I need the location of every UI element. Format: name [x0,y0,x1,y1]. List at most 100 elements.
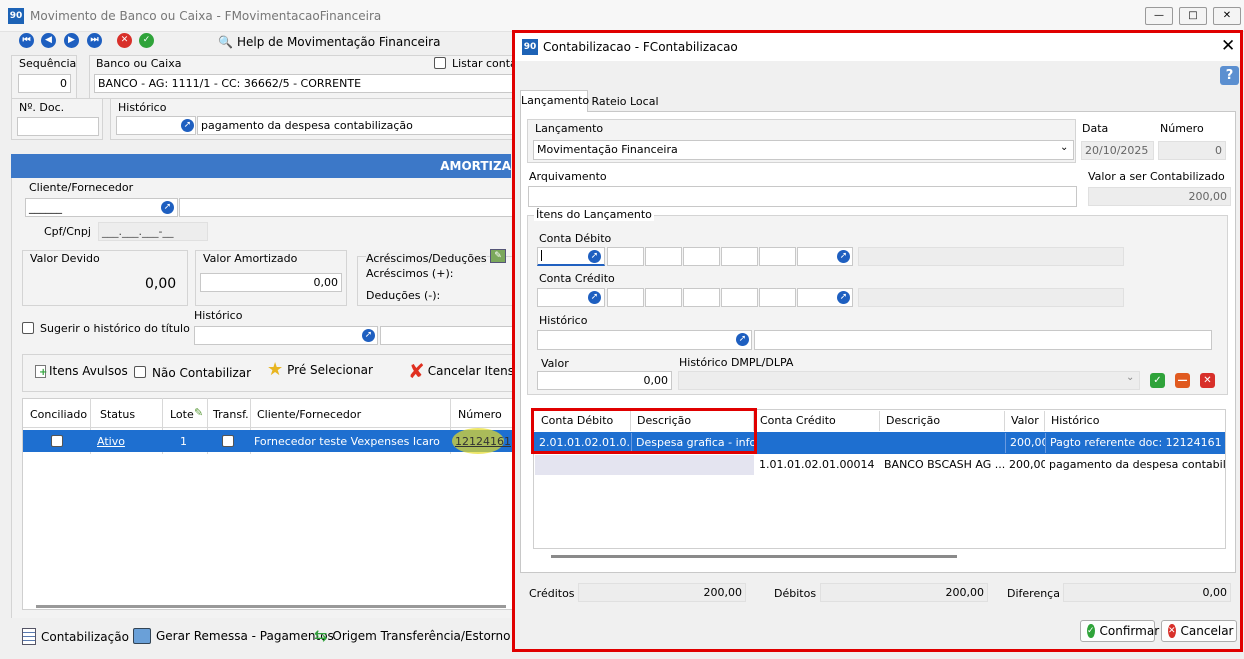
lancamento-select[interactable]: Movimentação Financeira [533,140,1074,160]
conta-credito-seg1[interactable] [607,288,644,307]
cancelar-itens-button[interactable]: ✘ Cancelar Itens [408,361,514,381]
conta-credito-seg-lookup-icon[interactable]: ➚ [837,291,850,304]
grid-highlight-box [531,408,757,454]
row2-empty-debit [535,455,754,475]
tab-lancamento[interactable]: Lançamento [520,90,589,112]
delete-item-button[interactable]: ✕ [1200,373,1215,388]
arquivamento-input[interactable] [528,186,1077,207]
gh-conta-credito[interactable]: Conta Crédito [754,411,880,431]
cliente-code-input[interactable]: ______ [25,198,178,217]
confirm-icon[interactable]: ✓ [139,33,154,48]
conta-debito-seg3[interactable] [683,247,720,266]
gh-valor[interactable]: Valor [1005,411,1045,431]
help-icon[interactable]: ? [1220,66,1239,85]
sugerir-label: Sugerir o histórico do título [40,322,190,335]
deducoes-label: Deduções (-): [366,289,441,302]
header-status[interactable]: Status [100,408,135,421]
valor-contab-input[interactable]: 200,00 [1088,187,1231,206]
data-input[interactable]: 20/10/2025 [1081,141,1154,160]
nav-last-icon[interactable]: ⏭ [87,33,102,48]
row-lote: 1 [180,435,187,448]
sequencia-input[interactable]: 0 [18,74,71,93]
valor-contab-label: Valor a ser Contabilizado [1088,170,1225,183]
gh-descricao-credito[interactable]: Descrição [880,411,1005,431]
conta-credito-seg3[interactable] [683,288,720,307]
cancel-icon[interactable]: ✕ [117,33,132,48]
row2-historico: pagamento da despesa contabilização [1049,458,1225,471]
cpf-input[interactable]: ___.___.___-__ [98,222,208,241]
cliente-lookup-icon[interactable]: ➚ [161,201,174,214]
edit-pencil-icon[interactable]: ✎ [490,249,506,263]
nav-first-icon[interactable]: ⏮ [19,33,34,48]
gh-historico[interactable]: Histórico [1045,411,1225,431]
grid-hscrollbar[interactable] [36,605,506,608]
itens-avulsos-button[interactable]: + Itens Avulsos [35,364,128,378]
conta-debito-seg1[interactable] [607,247,644,266]
numero-input[interactable]: 0 [1158,141,1226,160]
nao-contabilizar-checkbox[interactable] [134,366,146,378]
nav-prev-icon[interactable]: ◀ [41,33,56,48]
ndoc-input[interactable] [17,117,99,136]
historico-text-input[interactable]: pagamento da despesa contabilização [197,116,517,135]
header-numero[interactable]: Número [458,408,502,421]
historico-lookup-icon[interactable]: ➚ [736,333,749,346]
conta-debito-seg2[interactable] [645,247,682,266]
add-item-button[interactable]: ✓ [1150,373,1165,388]
contabilizacao-button[interactable]: Contabilização [22,628,129,645]
minimize-button[interactable]: — [1145,7,1173,25]
banco-select[interactable]: BANCO - AG: 1111/1 - CC: 36662/5 - CORRE… [94,74,514,93]
nao-contabilizar-label: Não Contabilizar [152,366,252,380]
amortizacao-header: AMORTIZA [11,154,511,178]
conta-credito-seg2[interactable] [645,288,682,307]
historico-text-input[interactable] [754,330,1212,350]
historico-lookup-icon[interactable]: ➚ [181,119,194,132]
cliente-name-input[interactable] [179,198,514,217]
listar-contas-checkbox[interactable] [434,57,446,69]
conta-debito-lookup-icon[interactable]: ➚ [588,250,601,263]
origem-transferencia-button[interactable]: ⇆ Origem Transferência/Estorno [314,628,510,644]
confirmar-button[interactable]: ✓ Confirmar [1080,620,1159,642]
maximize-button[interactable]: □ [1179,7,1207,25]
header-conciliado[interactable]: Conciliado [30,408,87,421]
header-transf[interactable]: Transf. [213,408,249,421]
pre-selecionar-button[interactable]: ★ Pré Selecionar [267,361,373,379]
conciliado-checkbox[interactable] [51,435,63,447]
valor-amortizado-input[interactable]: 0,00 [200,273,342,292]
red-x-icon: ✘ [408,359,425,383]
help-movimentacao-button[interactable]: 🔍 Help de Movimentação Financeira [214,32,444,52]
historico-code-input[interactable] [537,330,752,350]
historico2-text-input[interactable] [380,326,514,345]
cancelar-button[interactable]: ✕ Cancelar [1161,620,1237,642]
valor-devido-value: 0,00 [145,276,177,292]
row2-desc-credito: BANCO BSCASH AG ... [884,458,1005,471]
conta-credito-seg5[interactable] [759,288,796,307]
valor-input[interactable]: 0,00 [537,371,672,390]
conta-debito-seg4[interactable] [721,247,758,266]
itens-label: Ítens do Lançamento [534,208,654,221]
gerar-remessa-button[interactable]: Gerar Remessa - Pagamentos [133,628,334,644]
grid-hscrollbar[interactable] [551,555,957,558]
header-lote[interactable]: Lote [170,408,194,421]
nav-next-icon[interactable]: ▶ [64,33,79,48]
row-numero[interactable]: 12124161 [455,435,511,448]
conta-debito-seg-lookup-icon[interactable]: ➚ [837,250,850,263]
conta-credito-seg4[interactable] [721,288,758,307]
header-cliente[interactable]: Cliente/Fornecedor [257,408,361,421]
close-button[interactable]: ✕ [1213,7,1241,25]
conta-debito-seg5[interactable] [759,247,796,266]
row1-valor: 200,00 [1005,433,1045,453]
sugerir-checkbox[interactable] [22,322,34,334]
chevron-down-icon[interactable]: ⌄ [1060,142,1068,153]
dialog-close-icon[interactable]: ✕ [1221,36,1235,56]
dmpl-select[interactable] [678,371,1140,390]
tab-rateio-local[interactable]: Rateio Local [590,92,660,112]
historico2-lookup-icon[interactable]: ➚ [362,329,375,342]
dmpl-chevron-down-icon[interactable]: ⌄ [1126,372,1134,383]
transf-checkbox[interactable] [222,435,234,447]
acrescimos-group-label: Acréscimos/Deduções [366,252,487,265]
remove-item-button[interactable]: — [1175,373,1190,388]
conta-credito-lookup-icon[interactable]: ➚ [588,291,601,304]
row-status[interactable]: Ativo [97,435,125,448]
historico2-code-input[interactable] [194,326,378,345]
numero-label: Número [1160,122,1204,135]
